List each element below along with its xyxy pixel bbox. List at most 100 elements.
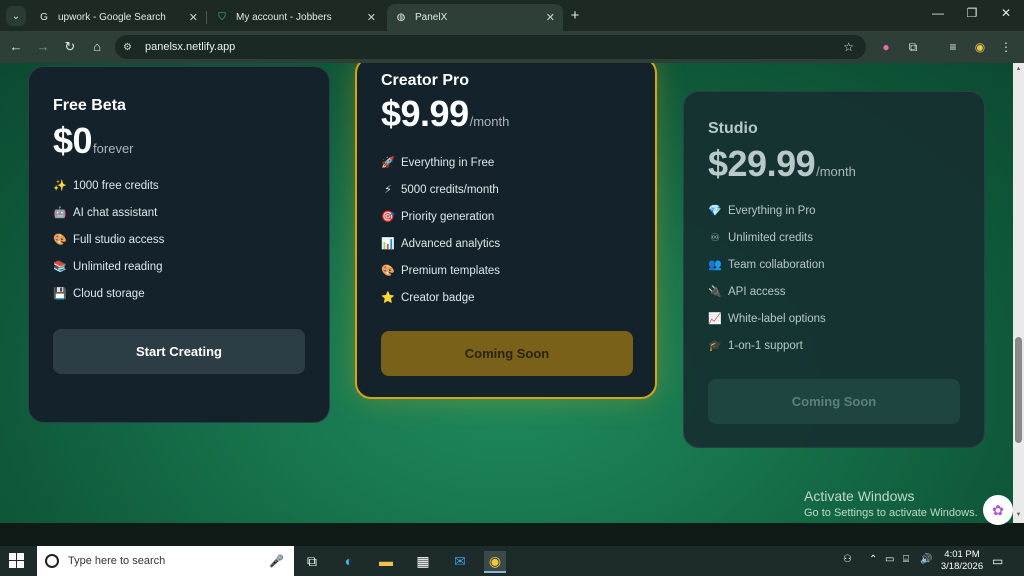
- chrome-app-button[interactable]: ◉: [484, 551, 506, 573]
- palette-icon: 🎨: [381, 265, 395, 277]
- tab-upwork-search[interactable]: G upwork - Google Search ✕: [30, 4, 206, 31]
- taskbar-search-box[interactable]: Type here to search 🎤: [37, 546, 294, 576]
- windows-logo-icon: [9, 553, 16, 560]
- clock-time: 4:01 PM: [944, 549, 980, 560]
- chevron-up-icon[interactable]: ⌃: [869, 554, 877, 565]
- close-icon[interactable]: ✕: [189, 11, 198, 24]
- activate-windows-title: Activate Windows: [804, 488, 915, 504]
- tab-panelx[interactable]: ◍ PanelX ✕: [387, 4, 563, 31]
- feature-label: Unlimited reading: [73, 260, 163, 273]
- store-icon: ▦: [416, 553, 430, 569]
- mail-icon: ✉: [454, 553, 466, 569]
- extension-icon[interactable]: ●: [878, 39, 894, 55]
- notification-center-icon[interactable]: ▭: [992, 554, 1003, 568]
- feature-item: ♾ Unlimited credits: [708, 224, 826, 251]
- feature-item: 📚 Unlimited reading: [53, 253, 164, 280]
- plan-card-studio: Studio $29.99 /month 💎 Everything in Pro …: [683, 91, 985, 448]
- windows-logo-icon: [17, 553, 24, 560]
- tab-search-button[interactable]: ⌄: [6, 6, 26, 26]
- feature-item: 🔌 API access: [708, 278, 826, 305]
- reload-icon: ↻: [64, 39, 76, 54]
- media-controls-icon[interactable]: ≡: [945, 39, 961, 55]
- target-icon: 🎯: [381, 211, 395, 223]
- feature-item: 💎 Everything in Pro: [708, 197, 826, 224]
- system-clock[interactable]: 4:01 PM 3/18/2026: [939, 549, 985, 573]
- menu-kebab-icon[interactable]: ⋮: [998, 39, 1014, 55]
- feature-list: ✨ 1000 free credits 🤖 AI chat assistant 🎨 F…: [53, 172, 164, 307]
- minimize-button[interactable]: —: [928, 6, 948, 20]
- feature-item: 📊 Advanced analytics: [381, 230, 500, 257]
- coming-soon-button[interactable]: Coming Soon: [381, 331, 633, 376]
- start-button[interactable]: [9, 553, 25, 569]
- feature-item: 📈 White-label options: [708, 305, 826, 332]
- edge-app-button[interactable]: ◐: [338, 551, 360, 571]
- back-button[interactable]: ←: [7, 38, 25, 56]
- scroll-thumb[interactable]: [1015, 337, 1022, 443]
- scroll-down-icon[interactable]: ▼: [1015, 512, 1022, 518]
- jobbers-icon: ⛉: [218, 12, 226, 23]
- page-scrollbar[interactable]: ▲ ▼: [1013, 63, 1024, 523]
- feature-item: 🚀 Everything in Free: [381, 149, 500, 176]
- tab-jobbers-account[interactable]: ⛉ My account - Jobbers ✕: [208, 4, 384, 31]
- plan-name: Studio: [708, 120, 758, 137]
- reload-button[interactable]: ↻: [61, 38, 79, 56]
- browser-toolbar: ← → ↻ ⌂ ⚙ panelsx.netlify.app ☆ ● ⧉ ≡ ◉ …: [0, 31, 1024, 63]
- battery-icon[interactable]: ▭: [885, 554, 894, 565]
- search-icon: [45, 554, 59, 568]
- plan-card-free-beta: Free Beta $0 forever ✨ 1000 free credits …: [28, 66, 330, 423]
- close-icon[interactable]: ✕: [367, 11, 376, 24]
- start-creating-button[interactable]: Start Creating: [53, 329, 305, 374]
- scroll-up-icon[interactable]: ▲: [1015, 66, 1022, 72]
- mail-app-button[interactable]: ✉: [449, 551, 471, 571]
- microphone-icon[interactable]: 🎤: [269, 554, 284, 568]
- store-app-button[interactable]: ▦: [412, 551, 434, 571]
- feature-label: 1-on-1 support: [728, 339, 803, 352]
- restore-button[interactable]: ❐: [962, 6, 982, 20]
- volume-icon[interactable]: 🔊: [920, 554, 932, 565]
- site-settings-icon[interactable]: ⚙: [123, 42, 139, 53]
- pricing-section: Free Beta $0 forever ✨ 1000 free credits …: [0, 63, 1013, 523]
- feature-label: Everything in Free: [401, 156, 495, 169]
- plus-icon: +: [570, 7, 580, 24]
- feature-item: 🤖 AI chat assistant: [53, 199, 164, 226]
- price-period: forever: [93, 141, 134, 156]
- globe-icon: ◍: [396, 12, 406, 23]
- feature-list: 💎 Everything in Pro ♾ Unlimited credits 👥 T…: [708, 197, 826, 359]
- windows-taskbar: Type here to search 🎤 ⧉ ◐ ▬ ▦ ✉ ◉ ⚇ ⌃ ▭ …: [0, 546, 1024, 576]
- floppy-disk-icon: 💾: [53, 288, 67, 300]
- home-button[interactable]: ⌂: [88, 38, 106, 56]
- new-tab-button[interactable]: +: [566, 7, 584, 25]
- tab-label: PanelX: [415, 12, 448, 23]
- feature-item: ✨ 1000 free credits: [53, 172, 164, 199]
- close-icon[interactable]: ✕: [546, 11, 555, 24]
- feature-label: API access: [728, 285, 786, 298]
- feature-label: White-label options: [728, 312, 826, 325]
- feature-item: 🎨 Full studio access: [53, 226, 164, 253]
- chrome-icon: ◉: [488, 553, 502, 569]
- people-icon[interactable]: ⚇: [843, 554, 852, 565]
- minimize-icon: —: [932, 6, 944, 20]
- forward-button[interactable]: →: [34, 38, 52, 56]
- coming-soon-button[interactable]: Coming Soon: [708, 379, 960, 424]
- floating-assistant-button[interactable]: ✿: [983, 495, 1013, 525]
- robot-icon: 🤖: [53, 207, 67, 219]
- network-icon[interactable]: ⌸: [903, 554, 909, 565]
- close-window-button[interactable]: ✕: [996, 6, 1016, 20]
- profile-avatar[interactable]: ◉: [972, 39, 988, 55]
- restore-icon: ❐: [966, 6, 978, 20]
- feature-label: 5000 credits/month: [401, 183, 499, 196]
- file-explorer-button[interactable]: ▬: [375, 551, 397, 571]
- tab-strip: ⌄ G upwork - Google Search ✕ ⛉ My accoun…: [0, 0, 1024, 31]
- task-view-icon: ⧉: [307, 553, 317, 569]
- extensions-puzzle-icon[interactable]: ⧉: [905, 39, 921, 55]
- google-icon: G: [40, 12, 48, 23]
- feature-item: ⚡ 5000 credits/month: [381, 176, 500, 203]
- feature-label: Cloud storage: [73, 287, 145, 300]
- price-amount: $29.99: [708, 143, 816, 184]
- bookmark-star-icon[interactable]: ☆: [843, 40, 854, 54]
- address-bar[interactable]: ⚙ panelsx.netlify.app ☆: [115, 35, 866, 59]
- task-view-button[interactable]: ⧉: [301, 551, 323, 571]
- plan-price: $0 forever: [53, 120, 134, 162]
- arrow-right-icon: →: [36, 39, 50, 54]
- address-url[interactable]: panelsx.netlify.app: [145, 41, 235, 53]
